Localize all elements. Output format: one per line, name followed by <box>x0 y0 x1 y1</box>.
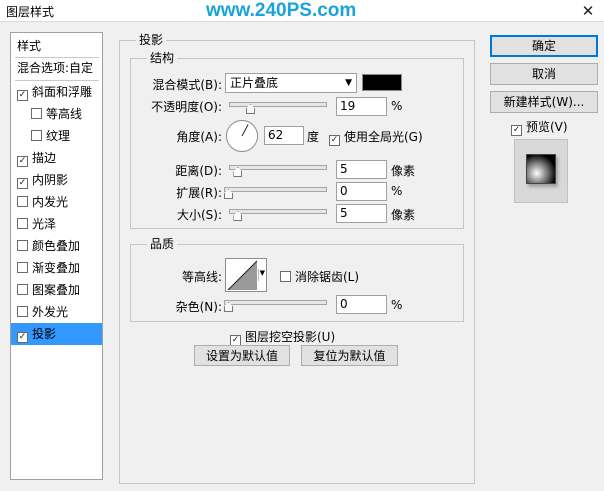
contour-label: 等高线: <box>181 270 222 284</box>
checkbox-icon <box>280 271 291 282</box>
size-slider-track[interactable] <box>229 209 327 214</box>
spread-slider-track[interactable] <box>224 187 327 192</box>
global-light-checkbox[interactable]: ✓ 使用全局光(G) <box>329 128 423 146</box>
checkbox-icon[interactable] <box>31 108 42 119</box>
distance-slider-track[interactable] <box>229 165 327 170</box>
blend-mode-label: 混合模式(B): <box>152 78 222 92</box>
angle-unit: 度 <box>307 130 320 144</box>
checkbox-icon[interactable]: ✓ <box>17 156 28 167</box>
sidebar-item-label: 内阴影 <box>32 173 69 187</box>
spread-unit: % <box>391 184 403 198</box>
opacity-input[interactable]: 19 <box>336 97 387 116</box>
checkbox-icon[interactable] <box>17 196 28 207</box>
sidebar-item-label: 颜色叠加 <box>32 239 81 253</box>
sidebar-item[interactable]: 颜色叠加 <box>11 235 102 257</box>
sidebar-item[interactable]: ✓ 投影 <box>11 323 102 345</box>
opacity-unit: % <box>391 99 403 113</box>
sidebar-item-label: 内发光 <box>32 195 69 209</box>
sidebar-item[interactable]: 外发光 <box>11 301 102 323</box>
title-bar: 图层样式 www.240PS.com ✕ <box>0 0 604 22</box>
quality-title: 品质 <box>147 235 178 252</box>
angle-dial[interactable] <box>226 120 258 152</box>
sidebar-item[interactable]: 内发光 <box>11 191 102 213</box>
sidebar-item[interactable]: 等高线 <box>11 103 102 125</box>
checkbox-icon[interactable]: ✓ <box>17 90 28 101</box>
shadow-color-swatch[interactable] <box>362 74 402 91</box>
distance-input[interactable]: 5 <box>336 160 387 179</box>
sidebar-item[interactable]: 图案叠加 <box>11 279 102 301</box>
style-preview-thumbnail <box>514 139 568 203</box>
sidebar-item[interactable]: 渐变叠加 <box>11 257 102 279</box>
blend-mode-select[interactable]: 正片叠底 ▼ <box>225 73 357 93</box>
sidebar-item[interactable]: ✓ 描边 <box>11 147 102 169</box>
noise-slider-track[interactable] <box>224 300 327 305</box>
preview-label: 预览(V) <box>526 120 568 134</box>
new-style-button[interactable]: 新建样式(W)... <box>490 91 598 113</box>
opacity-slider-track[interactable] <box>229 102 327 107</box>
distance-unit: 像素 <box>391 164 416 178</box>
checkbox-icon[interactable] <box>17 240 28 251</box>
sidebar-item[interactable]: 光泽 <box>11 213 102 235</box>
sidebar-item[interactable]: 纹理 <box>11 125 102 147</box>
sidebar-item[interactable]: ✓ 内阴影 <box>11 169 102 191</box>
distance-label: 距离(D): <box>175 164 222 178</box>
cancel-button[interactable]: 取消 <box>490 63 598 85</box>
window-title: 图层样式 <box>6 5 55 19</box>
noise-unit: % <box>391 298 403 312</box>
checkbox-icon[interactable] <box>17 306 28 317</box>
checkbox-icon[interactable] <box>31 130 42 141</box>
chevron-down-icon: ▼ <box>345 78 352 88</box>
panel-title: 投影 <box>136 31 167 48</box>
preview-checkbox[interactable]: ✓ 预览(V) <box>511 118 568 136</box>
blend-mode-value: 正片叠底 <box>230 76 279 90</box>
sidebar-item-label: 渐变叠加 <box>32 261 81 275</box>
sidebar-item-label: 纹理 <box>46 129 71 143</box>
sidebar-item-label: 斜面和浮雕 <box>32 85 93 99</box>
sidebar-item-label: 等高线 <box>46 107 83 121</box>
spread-label: 扩展(R): <box>176 186 222 200</box>
sidebar-item-label: 外发光 <box>32 305 69 319</box>
noise-input[interactable]: 0 <box>336 295 387 314</box>
knockout-label: 图层挖空投影(U) <box>245 330 336 344</box>
antialias-checkbox[interactable]: 消除锯齿(L) <box>280 268 359 285</box>
spread-input[interactable]: 0 <box>336 182 387 201</box>
sidebar-item-label: 描边 <box>32 151 57 165</box>
sidebar-item-label: 光泽 <box>32 217 57 231</box>
checkbox-icon[interactable] <box>17 218 28 229</box>
contour-curve-icon <box>227 260 258 291</box>
style-list-header: 样式 <box>17 39 42 53</box>
style-list: 样式 混合选项:自定 ✓ 斜面和浮雕等高线纹理 ✓ 描边 ✓ 内阴影内发光光泽颜色叠加渐变… <box>10 32 103 480</box>
size-label: 大小(S): <box>176 208 222 222</box>
blend-options-item[interactable]: 混合选项:自定 <box>11 57 102 79</box>
antialias-label: 消除锯齿(L) <box>295 270 360 284</box>
checkbox-icon: ✓ <box>329 135 340 146</box>
checkbox-icon[interactable]: ✓ <box>17 178 28 189</box>
angle-input[interactable]: 62 <box>264 126 304 145</box>
make-default-button[interactable]: 设置为默认值 <box>194 345 290 366</box>
size-input[interactable]: 5 <box>336 204 387 223</box>
global-light-label: 使用全局光(G) <box>344 130 423 144</box>
ok-button[interactable]: 确定 <box>490 35 598 57</box>
chevron-down-icon: ▼ <box>257 269 265 281</box>
sidebar-item-label: 投影 <box>32 327 57 341</box>
checkbox-icon[interactable]: ✓ <box>17 332 28 343</box>
reset-default-button[interactable]: 复位为默认值 <box>301 345 398 366</box>
sidebar-item[interactable]: ✓ 斜面和浮雕 <box>11 81 102 103</box>
preview-swatch <box>526 154 556 184</box>
checkbox-icon[interactable] <box>17 284 28 295</box>
noise-label: 杂色(N): <box>175 300 222 314</box>
opacity-label: 不透明度(O): <box>151 100 222 114</box>
checkbox-icon[interactable] <box>17 262 28 273</box>
knockout-checkbox[interactable]: ✓ 图层挖空投影(U) <box>230 328 335 346</box>
close-icon[interactable]: ✕ <box>578 1 598 21</box>
checkbox-icon: ✓ <box>511 125 522 136</box>
structure-title: 结构 <box>147 49 178 66</box>
watermark: www.240PS.com <box>206 0 357 21</box>
angle-label: 角度(A): <box>176 130 222 144</box>
sidebar-item-label: 图案叠加 <box>32 283 81 297</box>
angle-dial-needle <box>241 124 249 137</box>
size-unit: 像素 <box>391 208 416 222</box>
contour-picker[interactable]: ▼ <box>225 258 267 292</box>
